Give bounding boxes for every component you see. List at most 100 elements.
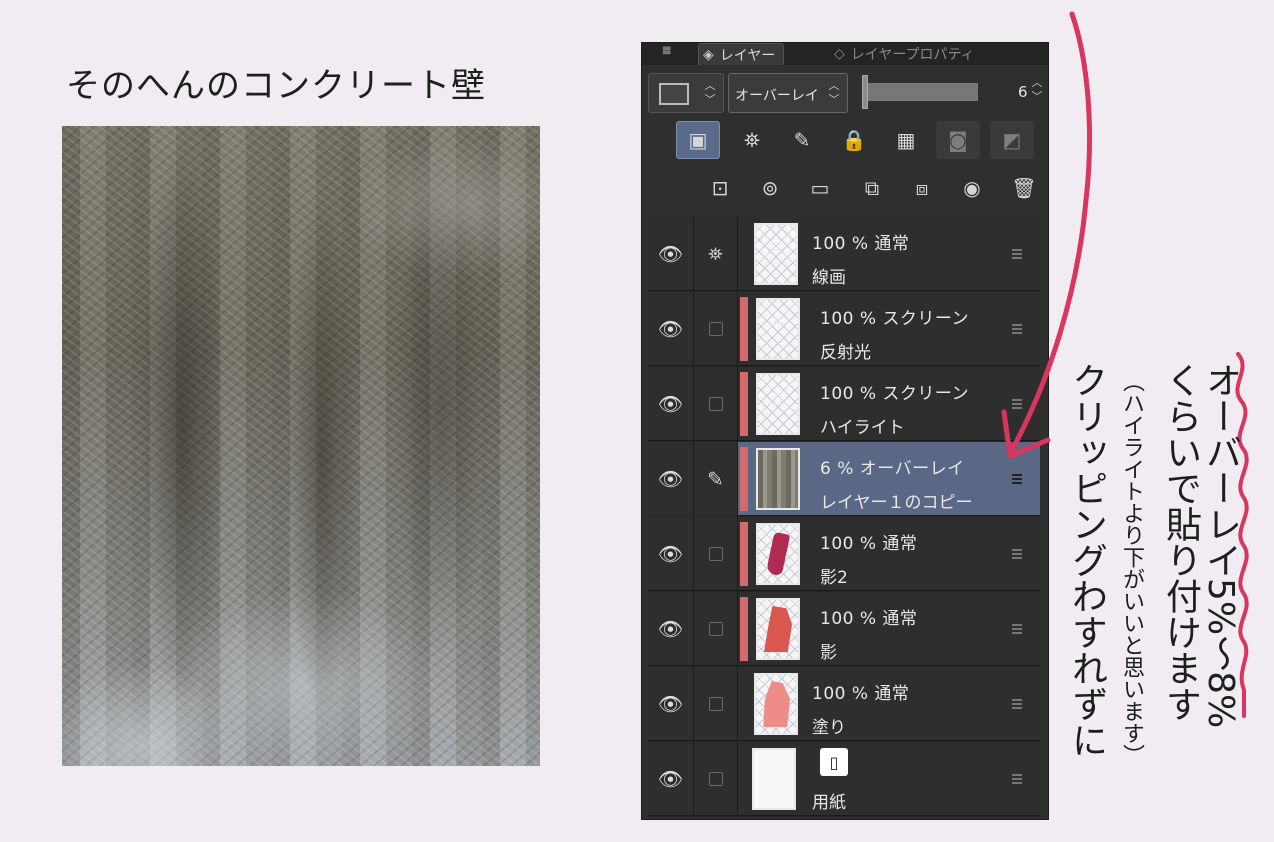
visibility-toggle[interactable]: 👁 [648, 742, 694, 816]
layer-tool-row-1: ▣ ⛯ ✎ 🔒 ▦ ◙ ◩ [642, 121, 1048, 165]
layer-thumbnail [754, 673, 798, 735]
visibility-toggle[interactable]: 👁 [648, 217, 694, 291]
new-vector-layer-icon: ⊚ [761, 176, 779, 200]
layer-row[interactable]: 👁 100 % スクリーン 反射光 [648, 292, 1040, 366]
blend-mode-select[interactable]: オーバーレイ ︿ ﹀ [728, 73, 848, 113]
merge-down-icon: ⧈ [915, 176, 929, 200]
layer-menu-icon[interactable] [1012, 774, 1022, 784]
reference-indicator[interactable]: ⛯ [694, 217, 738, 291]
lock-transparent-button[interactable]: ▦ [884, 121, 928, 159]
annotation-line-2: くらいで貼り付けます [1160, 362, 1201, 722]
lock-layer-button[interactable]: 🔒 [832, 121, 876, 159]
eye-icon: 👁 [657, 542, 684, 566]
layer-row[interactable]: 👁 100 % 通常 影 [648, 592, 1040, 666]
layer-menu-icon[interactable] [1012, 474, 1022, 484]
mask-toggle-button[interactable]: ◙ [936, 121, 980, 159]
clipping-indicator [740, 297, 748, 361]
visibility-toggle[interactable]: 👁 [648, 592, 694, 666]
layer-checkbox[interactable] [694, 367, 738, 441]
layer-row[interactable]: 👁 ▯ 用紙 [648, 742, 1040, 816]
clip-to-layer-below-button[interactable]: ▣ [676, 121, 720, 159]
draft-layer-button[interactable]: ✎ [780, 121, 824, 159]
opacity-slider[interactable] [866, 83, 978, 101]
layer-name: 反射光 [820, 343, 871, 363]
visibility-toggle[interactable]: 👁 [648, 442, 694, 516]
layer-mask-button[interactable]: ◉ [950, 169, 994, 207]
draft-icon: ✎ [793, 128, 811, 152]
editing-indicator[interactable]: ✎ [694, 442, 738, 516]
mask-circle-icon: ◉ [963, 176, 981, 200]
layer-color-selector[interactable]: ︿ ﹀ [648, 73, 724, 113]
clipping-indicator [740, 522, 748, 586]
layer-name: 影2 [820, 568, 848, 588]
paper-icon: ▯ [820, 748, 848, 776]
layer-row[interactable]: 👁 100 % スクリーン ハイライト [648, 367, 1040, 441]
new-layer-icon: ⊡ [711, 176, 729, 200]
layer-checkbox[interactable] [694, 292, 738, 366]
layer-name: 用紙 [812, 793, 846, 813]
reference-layer-button[interactable]: ⛯ [730, 121, 774, 159]
layer-opacity-mode: 100 % スクリーン [820, 384, 970, 404]
chevron-down-icon: ﹀ [704, 93, 716, 106]
visibility-toggle[interactable]: 👁 [648, 292, 694, 366]
layer-row[interactable]: 👁 100 % 通常 塗り [648, 667, 1040, 741]
eye-icon: 👁 [657, 617, 684, 641]
annotation-line-1: オーバーレイ5%〜8% [1200, 362, 1241, 729]
tab-layer-property[interactable]: ◇ レイヤープロパティ [834, 43, 975, 65]
eye-icon: 👁 [657, 467, 684, 491]
new-folder-button[interactable]: ▭ [798, 169, 842, 207]
new-raster-layer-button[interactable]: ⊡ [698, 169, 742, 207]
annotation-line-3: クリッピングわすれずに [1066, 362, 1107, 758]
transfer-down-icon: ⧉ [864, 176, 880, 200]
lighthouse-icon: ⛯ [744, 128, 760, 152]
layer-menu-icon[interactable] [1012, 549, 1022, 559]
merge-down-button[interactable]: ⧈ [900, 169, 944, 207]
lighthouse-icon: ⛯ [708, 243, 723, 265]
transparent-lock-icon: ▦ [896, 128, 916, 152]
eye-icon: 👁 [657, 767, 684, 791]
layer-checkbox[interactable] [694, 667, 738, 741]
chevron-up-icon: ︿ [704, 79, 716, 92]
visibility-toggle[interactable]: 👁 [648, 667, 694, 741]
tab-layer[interactable]: ◈ レイヤー [698, 43, 785, 65]
eye-icon: 👁 [657, 392, 684, 416]
layer-thumbnail [756, 598, 800, 660]
layer-menu-icon[interactable] [1012, 624, 1022, 634]
blend-mode-label: オーバーレイ [735, 88, 819, 104]
layer-opacity-mode: 100 % 通常 [820, 609, 918, 629]
layer-opacity-mode: 100 % 通常 [820, 534, 918, 554]
annotation-paren: （ハイライトより下がいいと思います） [1119, 370, 1144, 766]
transfer-down-button[interactable]: ⧉ [850, 169, 894, 207]
visibility-toggle[interactable]: 👁 [648, 367, 694, 441]
visibility-toggle[interactable]: 👁 [648, 517, 694, 591]
clipping-indicator [740, 372, 748, 436]
layer-menu-icon[interactable] [1012, 699, 1022, 709]
clipping-indicator [740, 597, 748, 661]
layer-checkbox[interactable] [694, 742, 738, 816]
layer-checkbox[interactable] [694, 592, 738, 666]
opacity-slider-handle[interactable] [862, 75, 868, 109]
panel-grip-icon[interactable]: ▬ ▬ [662, 44, 671, 58]
layer-opacity-mode: 100 % 通常 [812, 684, 910, 704]
layer-row[interactable]: 👁 100 % 通常 影2 [648, 517, 1040, 591]
layer-thumbnail [756, 523, 800, 585]
layer-name: ハイライト [820, 418, 905, 438]
layer-thumbnail [756, 448, 800, 510]
layer-name: レイヤー１のコピー [820, 493, 973, 513]
layer-checkbox[interactable] [694, 517, 738, 591]
layer-thumbnail [756, 298, 800, 360]
layer-row[interactable]: 👁 ⛯ 100 % 通常 線画 [648, 217, 1040, 291]
chevron-up-icon: ︿ [828, 79, 840, 92]
eye-icon: 👁 [657, 317, 684, 341]
blend-opacity-row: ︿ ﹀ オーバーレイ ︿ ﹀ 6 ︿ ﹀ [648, 71, 1044, 115]
page-title: そのへんのコンクリート壁 [66, 66, 486, 106]
layer-opacity-mode: 100 % スクリーン [820, 309, 970, 329]
layer-name: 影 [820, 643, 837, 663]
new-vector-layer-button[interactable]: ⊚ [748, 169, 792, 207]
layer-row-selected[interactable]: 👁 ✎ 6 % オーバーレイ レイヤー１のコピー [648, 442, 1040, 516]
color-swatch [659, 83, 689, 105]
mask-icon: ◙ [948, 128, 968, 152]
layer-list: 👁 ⛯ 100 % 通常 線画 👁 100 % スクリーン 反射光 👁 100 … [648, 217, 1040, 817]
chevron-down-icon: ﹀ [828, 93, 840, 106]
eye-icon: 👁 [657, 692, 684, 716]
